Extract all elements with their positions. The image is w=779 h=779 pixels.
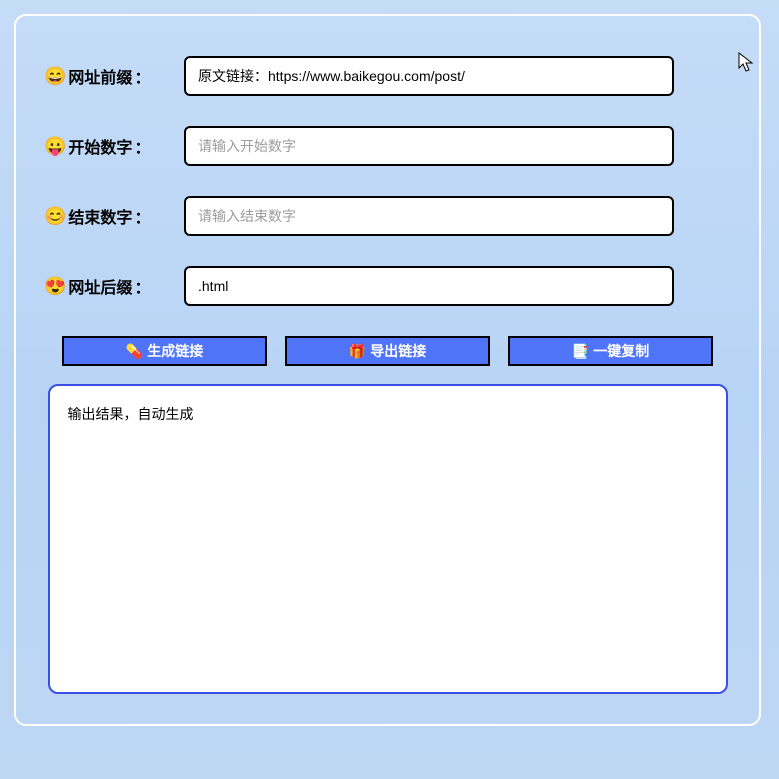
main-panel: 😄 网址前缀 ： 😛 开始数字 ： 😊 结束数字 ： 😍 网址后缀 ： [14, 14, 761, 726]
start-number-input[interactable] [184, 126, 674, 166]
label-colon: ： [134, 134, 150, 158]
url-prefix-input[interactable] [184, 56, 674, 96]
label-text: 结束数字 [68, 204, 132, 228]
emoji-grin-icon: 😄 [44, 66, 66, 87]
button-label: 生成链接 [147, 341, 203, 361]
row-start-num: 😛 开始数字 ： [44, 126, 731, 166]
label-text: 开始数字 [68, 134, 132, 158]
emoji-heart-eyes-icon: 😍 [44, 276, 66, 297]
emoji-tongue-icon: 😛 [44, 136, 66, 157]
pill-icon: 💊 [126, 343, 143, 360]
button-label: 导出链接 [370, 341, 426, 361]
end-number-input[interactable] [184, 196, 674, 236]
export-links-button[interactable]: 🎁 导出链接 [285, 336, 490, 366]
button-row: 💊 生成链接 🎁 导出链接 📑 一键复制 [62, 336, 713, 366]
row-url-suffix: 😍 网址后缀 ： [44, 266, 731, 306]
label-url-suffix: 😍 网址后缀 ： [44, 274, 184, 298]
label-colon: ： [134, 64, 150, 88]
label-start-num: 😛 开始数字 ： [44, 134, 184, 158]
label-text: 网址后缀 [68, 274, 132, 298]
label-colon: ： [134, 204, 150, 228]
label-url-prefix: 😄 网址前缀 ： [44, 64, 184, 88]
label-text: 网址前缀 [68, 64, 132, 88]
row-url-prefix: 😄 网址前缀 ： [44, 56, 731, 96]
clipboard-icon: 📑 [572, 343, 589, 360]
button-label: 一键复制 [593, 341, 649, 361]
gift-icon: 🎁 [349, 343, 366, 360]
label-end-num: 😊 结束数字 ： [44, 204, 184, 228]
emoji-blush-icon: 😊 [44, 206, 66, 227]
row-end-num: 😊 结束数字 ： [44, 196, 731, 236]
copy-all-button[interactable]: 📑 一键复制 [508, 336, 713, 366]
url-suffix-input[interactable] [184, 266, 674, 306]
generate-links-button[interactable]: 💊 生成链接 [62, 336, 267, 366]
output-textarea[interactable] [48, 384, 728, 694]
label-colon: ： [134, 274, 150, 298]
